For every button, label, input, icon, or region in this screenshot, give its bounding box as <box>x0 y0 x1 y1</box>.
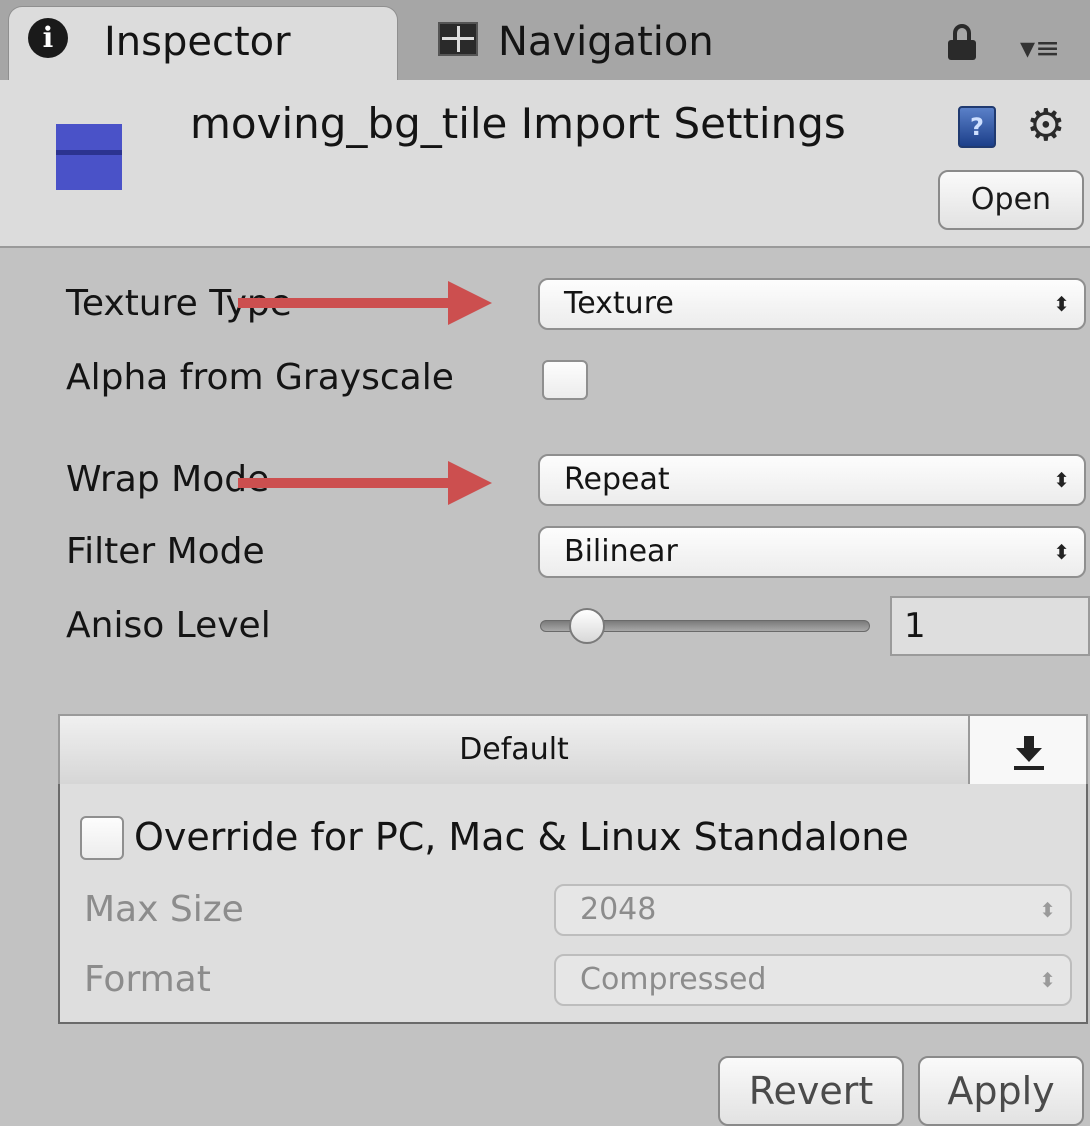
format-value: Compressed <box>580 962 767 997</box>
alpha-from-grayscale-checkbox[interactable] <box>542 360 588 400</box>
dropdown-arrows-icon: ⬍ <box>1039 968 1056 992</box>
wrap-mode-dropdown[interactable]: Repeat ⬍ <box>538 454 1086 506</box>
override-checkbox[interactable] <box>80 816 124 860</box>
page-title: moving_bg_tile Import Settings <box>190 99 846 148</box>
alpha-from-grayscale-label: Alpha from Grayscale <box>66 357 454 398</box>
format-label: Format <box>84 959 211 1000</box>
open-button[interactable]: Open <box>938 170 1084 230</box>
max-size-value: 2048 <box>580 892 657 927</box>
dropdown-arrows-icon: ⬍ <box>1039 898 1056 922</box>
tab-navigation-label[interactable]: Navigation <box>498 16 714 68</box>
gear-icon[interactable]: ⚙ <box>1026 104 1065 148</box>
texture-thumbnail <box>56 124 122 190</box>
info-icon: i <box>28 18 68 58</box>
texture-type-dropdown[interactable]: Texture ⬍ <box>538 278 1086 330</box>
annotation-arrow-shaft <box>238 298 452 308</box>
max-size-label: Max Size <box>84 889 244 930</box>
navmesh-icon <box>438 22 478 56</box>
revert-button[interactable]: Revert <box>718 1056 904 1126</box>
max-size-dropdown[interactable]: 2048 ⬍ <box>554 884 1072 936</box>
tab-default[interactable]: Default <box>60 716 968 784</box>
filter-mode-value: Bilinear <box>564 534 678 569</box>
tab-inspector-label[interactable]: Inspector <box>104 16 291 68</box>
texture-type-value: Texture <box>564 286 674 321</box>
format-dropdown[interactable]: Compressed ⬍ <box>554 954 1072 1006</box>
dropdown-arrows-icon: ⬍ <box>1053 468 1070 492</box>
lock-icon[interactable] <box>948 24 976 60</box>
filter-mode-label: Filter Mode <box>66 531 265 572</box>
filter-mode-dropdown[interactable]: Bilinear ⬍ <box>538 526 1086 578</box>
dropdown-arrows-icon: ⬍ <box>1053 292 1070 316</box>
download-icon-head <box>1016 748 1042 762</box>
wrap-mode-value: Repeat <box>564 462 670 497</box>
aniso-level-slider-thumb[interactable] <box>569 608 606 644</box>
download-icon-base <box>1014 766 1044 770</box>
annotation-arrow-head <box>448 281 492 325</box>
dropdown-arrows-icon: ⬍ <box>1053 540 1070 564</box>
aniso-level-label: Aniso Level <box>66 605 271 646</box>
apply-button[interactable]: Apply <box>918 1056 1084 1126</box>
help-book-icon[interactable]: ? <box>958 106 996 148</box>
texture-thumbnail-stripe <box>56 150 122 155</box>
aniso-level-field[interactable]: 1 <box>890 596 1090 656</box>
annotation-arrow-head <box>448 461 492 505</box>
menu-icon[interactable]: ▾≡ <box>1020 34 1060 64</box>
override-label: Override for PC, Mac & Linux Standalone <box>134 815 909 859</box>
tab-platform-standalone[interactable] <box>968 716 1086 784</box>
annotation-arrow-shaft <box>238 478 452 488</box>
